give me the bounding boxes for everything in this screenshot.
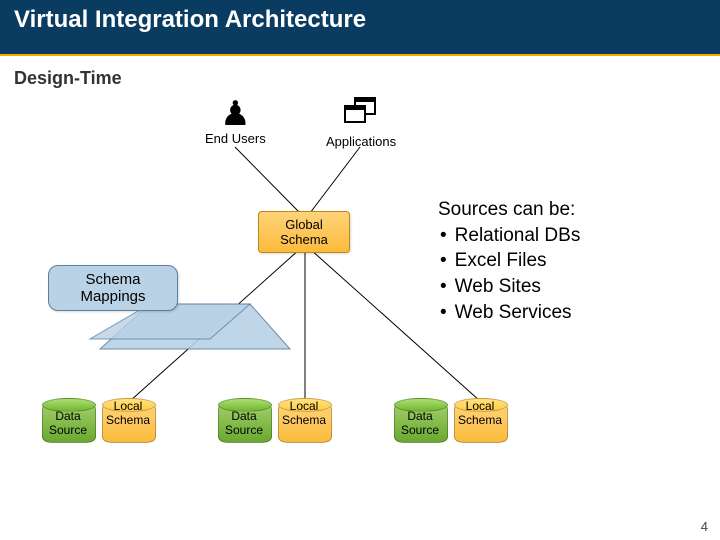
end-users-node: ♟ End Users: [205, 97, 266, 146]
source-item: Excel Files: [438, 248, 580, 274]
diagram-area: ♟ End Users Applications Global Schema S…: [0, 89, 720, 509]
source-item: Web Sites: [438, 274, 580, 300]
data-source-label: Data Source: [214, 409, 274, 437]
local-schema-label: Local Schema: [274, 399, 334, 427]
source-item: Web Services: [438, 300, 580, 326]
source-item: Relational DBs: [438, 223, 580, 249]
slide-title: Virtual Integration Architecture: [14, 6, 366, 33]
sources-list: Relational DBs Excel Files Web Sites Web…: [438, 223, 580, 326]
slide-number: 4: [701, 519, 708, 534]
title-bar: Virtual Integration Architecture: [0, 0, 720, 56]
windows-icon: [342, 97, 380, 127]
schema-mappings-callout: Schema Mappings: [48, 265, 178, 311]
data-source-label: Data Source: [38, 409, 98, 437]
local-schema-label: Local Schema: [98, 399, 158, 427]
end-users-label: End Users: [205, 131, 266, 146]
sources-block: Sources can be: Relational DBs Excel Fil…: [438, 197, 580, 325]
sources-heading: Sources can be:: [438, 197, 580, 223]
person-icon: ♟: [205, 97, 266, 131]
subtitle: Design-Time: [14, 68, 706, 89]
applications-label: Applications: [326, 134, 396, 149]
data-source-label: Data Source: [390, 409, 450, 437]
local-schema-label: Local Schema: [450, 399, 510, 427]
applications-node: Applications: [326, 97, 396, 149]
global-schema-box: Global Schema: [258, 211, 350, 253]
